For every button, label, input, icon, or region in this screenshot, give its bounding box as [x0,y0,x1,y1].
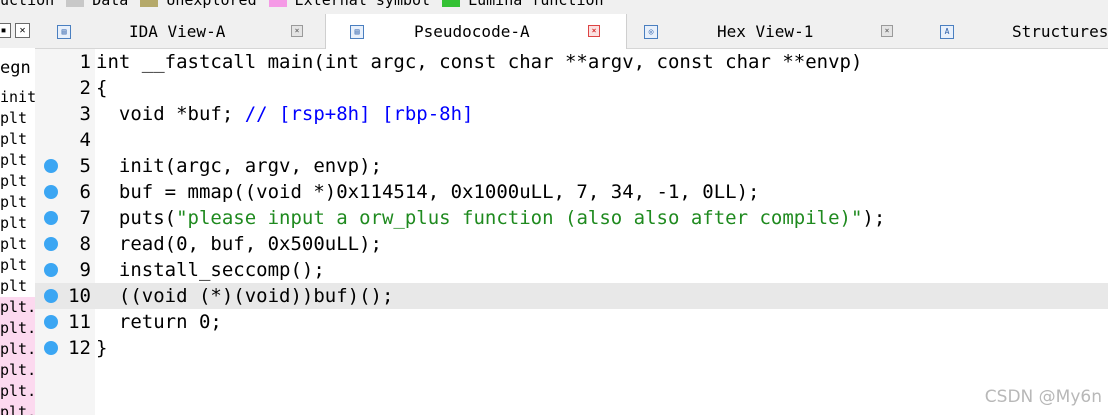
breakpoint-dot-icon[interactable] [44,341,58,355]
code-text: buf = mmap((void *)0x114514, 0x1000uLL, … [96,181,760,203]
code-text: init(argc, argv, envp); [96,155,382,177]
breakpoint-dot-icon[interactable] [44,185,58,199]
function-list-item[interactable]: plt. [0,360,35,381]
breakpoint-dot-icon[interactable] [44,315,58,329]
line-number: 3 [79,103,91,125]
code-line[interactable]: 7 puts("please input a orw_plus function… [35,205,1108,231]
line-number: 1 [79,51,91,73]
code-line[interactable]: 10 ((void (*)(void))buf)(); [35,283,1108,309]
line-number: 4 [79,129,91,151]
function-list-item[interactable]: plt. [0,339,35,360]
code-text: return 0; [96,311,222,333]
close-icon[interactable]: ✕ [15,23,30,38]
close-icon[interactable]: × [291,25,303,37]
code-text: read(0, buf, 0x500uLL); [96,233,382,255]
legend-swatch [442,0,461,7]
function-list-item[interactable]: plt [0,213,35,234]
legend-item: Data [66,0,128,9]
breakpoint-dot-icon[interactable] [44,159,58,173]
code-line[interactable]: 4 [35,127,1108,153]
legend-swatch [268,0,287,7]
line-number: 5 [79,155,91,177]
code-line[interactable]: 3 void *buf; // [rsp+8h] [rbp-8h] [35,101,1108,127]
function-list-item[interactable]: plt. [0,381,35,402]
tab-bar: ▤ IDA View-A × ▤ Pseudocode-A × ◎ Hex Vi… [35,14,1108,49]
function-list-item[interactable]: init [0,87,35,108]
ida-view-icon: ▤ [57,25,71,39]
tab-label: Hex View-1 [717,22,814,41]
code-line[interactable]: 5 init(argc, argv, envp); [35,153,1108,179]
structures-icon: A [940,25,954,39]
legend-item: uction [0,0,54,9]
line-number: 10 [68,285,91,307]
breakpoint-dot-icon[interactable] [44,263,58,277]
line-number: 7 [79,207,91,229]
line-number: 9 [79,259,91,281]
panel-menu-icon[interactable]: ▪ [0,23,11,38]
legend-label: Lumina function [468,0,604,9]
function-list-item[interactable]: plt [0,150,35,171]
functions-panel-title: egn [0,58,31,78]
tab-label: IDA View-A [129,22,226,41]
tab-label: Structures [1012,22,1108,41]
tab-hex-view-1[interactable]: ◎ Hex View-1 × [627,14,921,48]
tab-structures[interactable]: A Structures [923,14,1108,48]
code-text: install_seccomp(); [96,259,325,281]
code-line[interactable]: 2{ [35,75,1108,101]
function-list-item[interactable]: plt [0,276,35,297]
line-number: 8 [79,233,91,255]
line-number: 12 [68,337,91,359]
function-list-item[interactable]: plt [0,108,35,129]
code-line[interactable]: 9 install_seccomp(); [35,257,1108,283]
code-line[interactable]: 1 int __fastcall main(int argc, const cha… [35,49,1108,75]
code-text: puts("please input a orw_plus function (… [96,207,886,229]
pseudocode-icon: ▤ [350,25,364,39]
breakpoint-dot-icon[interactable] [44,237,58,251]
breakpoint-dot-icon[interactable] [44,211,58,225]
tab-ida-view-a[interactable]: ▤ IDA View-A × [35,14,325,48]
legend-item: External symbol [268,0,431,9]
code-line[interactable]: 12} [35,335,1108,361]
function-list-item[interactable]: plt. [0,318,35,339]
function-list-item[interactable]: plt [0,192,35,213]
function-list-item[interactable]: plt [0,129,35,150]
function-list-item[interactable]: plt [0,234,35,255]
legend-item: Unexplored [140,0,257,9]
tab-label: Pseudocode-A [414,22,530,41]
code-text: ((void (*)(void))buf)(); [96,285,394,307]
pseudocode-view[interactable]: 1 int __fastcall main(int argc, const cha… [35,49,1108,415]
legend-swatch [140,0,159,7]
tab-pseudocode-a[interactable]: ▤ Pseudocode-A × [325,14,627,49]
function-list-item[interactable]: plt [0,171,35,192]
function-list-item[interactable]: plt. [0,297,35,318]
legend-label: Data [92,0,129,9]
close-icon[interactable]: × [881,25,893,37]
legend-label: External symbol [294,0,431,9]
code-text: void *buf; // [rsp+8h] [rbp-8h] [96,103,474,125]
code-text: { [96,77,108,99]
line-number: 11 [68,311,91,333]
code-text: } [96,337,108,359]
function-list-item[interactable]: plt. [0,402,35,415]
legend-label: Unexplored [166,0,257,9]
close-icon[interactable]: × [588,25,600,37]
legend-label: uction [0,0,55,9]
code-line[interactable]: 11 return 0; [35,309,1108,335]
code-line[interactable]: 8 read(0, buf, 0x500uLL); [35,231,1108,257]
breakpoint-dot-icon[interactable] [44,289,58,303]
code-text: int __fastcall main(int argc, const char… [96,51,863,73]
hex-view-icon: ◎ [644,25,658,39]
line-number: 6 [79,181,91,203]
watermark: CSDN @My6n [984,387,1102,407]
functions-panel: ▪ ✕ egn init plt plt plt plt plt plt plt plt plt p… [0,14,36,415]
code-line[interactable]: 6 buf = mmap((void *)0x114514, 0x1000uLL… [35,179,1108,205]
legend-swatch [66,0,85,7]
functions-panel-header: ▪ ✕ [0,14,35,48]
function-list-item[interactable]: plt [0,255,35,276]
line-number: 2 [79,77,91,99]
legend-item: Lumina function [442,0,604,9]
color-legend-bar: uction Data Unexplored External symbol Lumin… [0,0,1108,14]
